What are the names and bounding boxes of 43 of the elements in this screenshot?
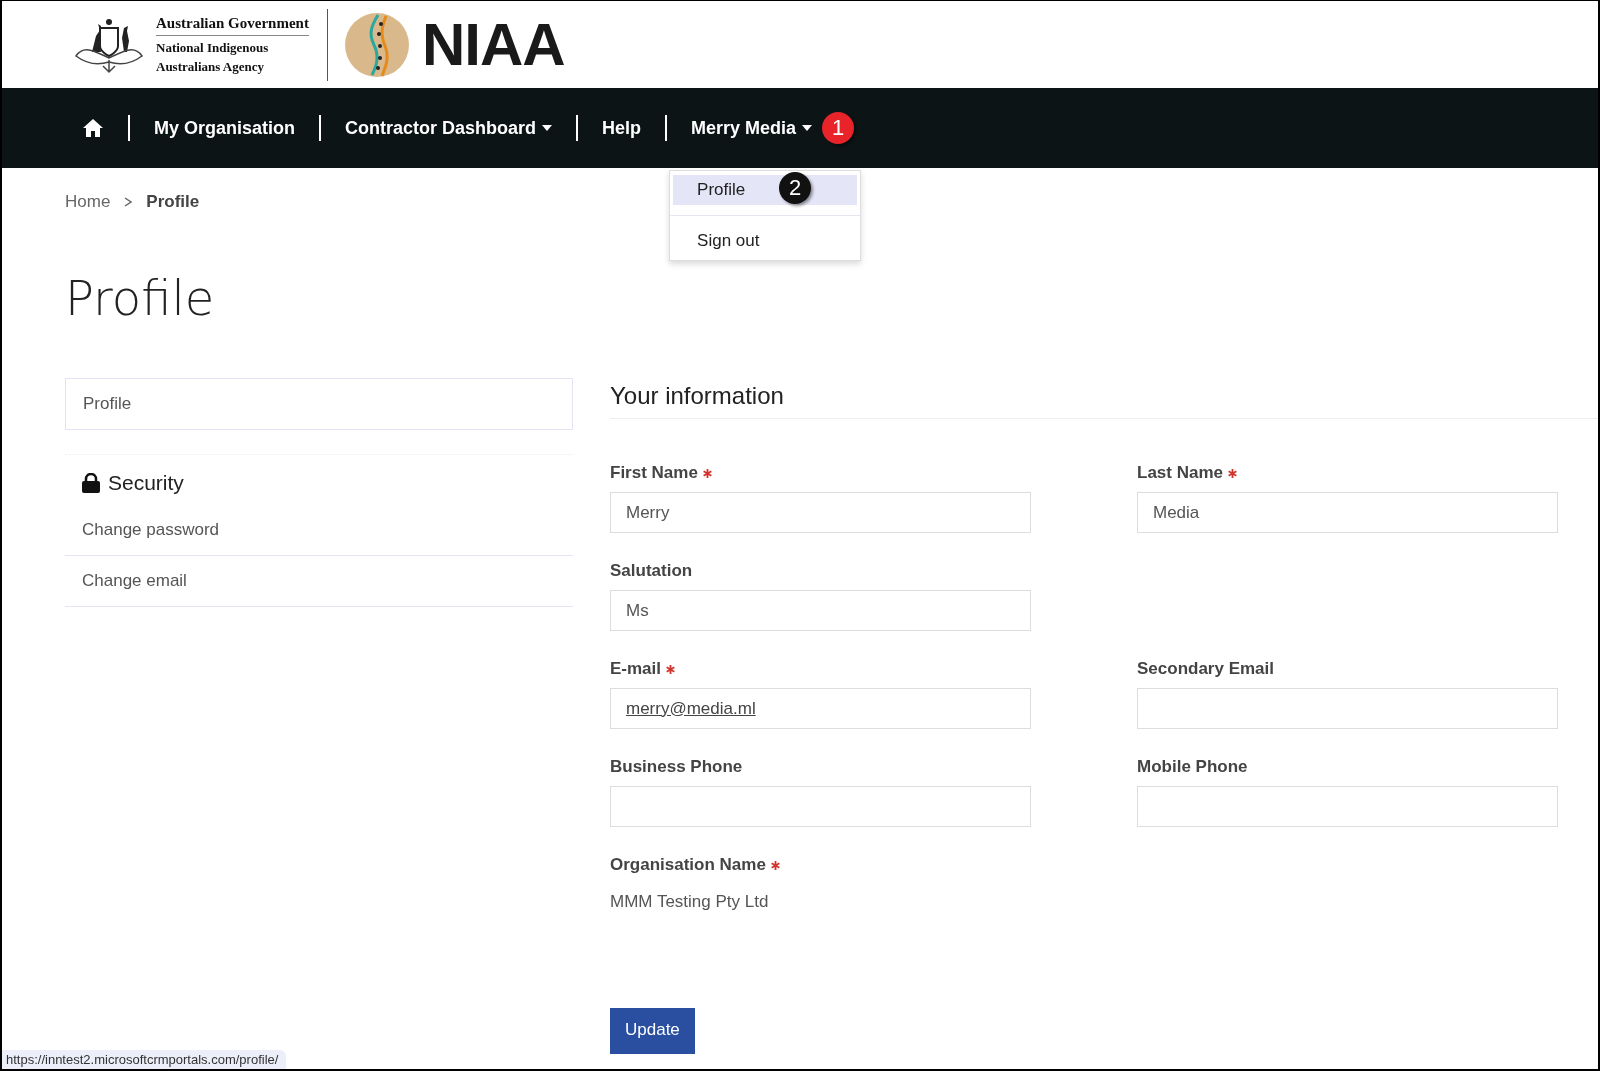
logo-circle-icon: [343, 11, 410, 78]
sidebar-link[interactable]: Change password: [65, 505, 573, 555]
update-button[interactable]: Update: [610, 1008, 695, 1054]
menu-item[interactable]: Sign out: [697, 231, 760, 251]
input-field[interactable]: Ms: [610, 590, 1031, 631]
status-url: https://inntest2.microsoftcrmportals.com/profile/: [2, 1050, 287, 1069]
sidebar-link[interactable]: Change email: [65, 555, 573, 606]
chevron-icon: [124, 197, 133, 207]
sidebar-link[interactable]: Profile: [66, 379, 572, 429]
input-field[interactable]: [1137, 688, 1558, 729]
field-label: Organisation Name: [610, 855, 766, 875]
government-name: Australian Government: [156, 15, 309, 36]
field-label: Last Name: [1137, 463, 1223, 483]
input-field[interactable]: merry@media.ml: [610, 688, 1031, 729]
section-title: Security: [108, 471, 184, 495]
page-title: Profile: [65, 270, 216, 326]
breadcrumb-current: Profile: [146, 192, 200, 212]
caret-icon: [542, 125, 553, 131]
nav-dropdown[interactable]: Merry Media: [691, 111, 813, 145]
input-field[interactable]: Media: [1137, 492, 1558, 533]
input-field[interactable]: Merry: [610, 492, 1031, 533]
nav-link[interactable]: My Organisation: [154, 111, 296, 145]
step-badge: 1: [822, 112, 855, 144]
nav-link[interactable]: Help: [602, 111, 642, 145]
input-field[interactable]: [1137, 786, 1558, 827]
agency-name: Australians Agency: [156, 59, 265, 74]
field-label: Mobile Phone: [1137, 757, 1248, 777]
nav-dropdown[interactable]: Contractor Dashboard: [345, 111, 553, 145]
field-value: MMM Testing Pty Ltd: [610, 891, 770, 912]
breadcrumb-link[interactable]: Home: [65, 192, 111, 212]
lock-icon: [82, 473, 100, 493]
input-field[interactable]: [610, 786, 1031, 827]
brand-name: NIAA: [421, 10, 565, 79]
email-link[interactable]: merry@media.ml: [626, 698, 756, 719]
field-label: Salutation: [610, 561, 693, 581]
caret-icon: [802, 125, 813, 131]
agency-name: National Indigenous: [156, 40, 270, 55]
field-label: E-mail: [610, 659, 662, 679]
section-heading: Your information: [610, 382, 1598, 419]
field-label: First Name: [610, 463, 698, 483]
field-label: Business Phone: [610, 757, 743, 777]
menu-item[interactable]: Profile: [697, 180, 746, 200]
field-label: Secondary Email: [1137, 659, 1274, 679]
